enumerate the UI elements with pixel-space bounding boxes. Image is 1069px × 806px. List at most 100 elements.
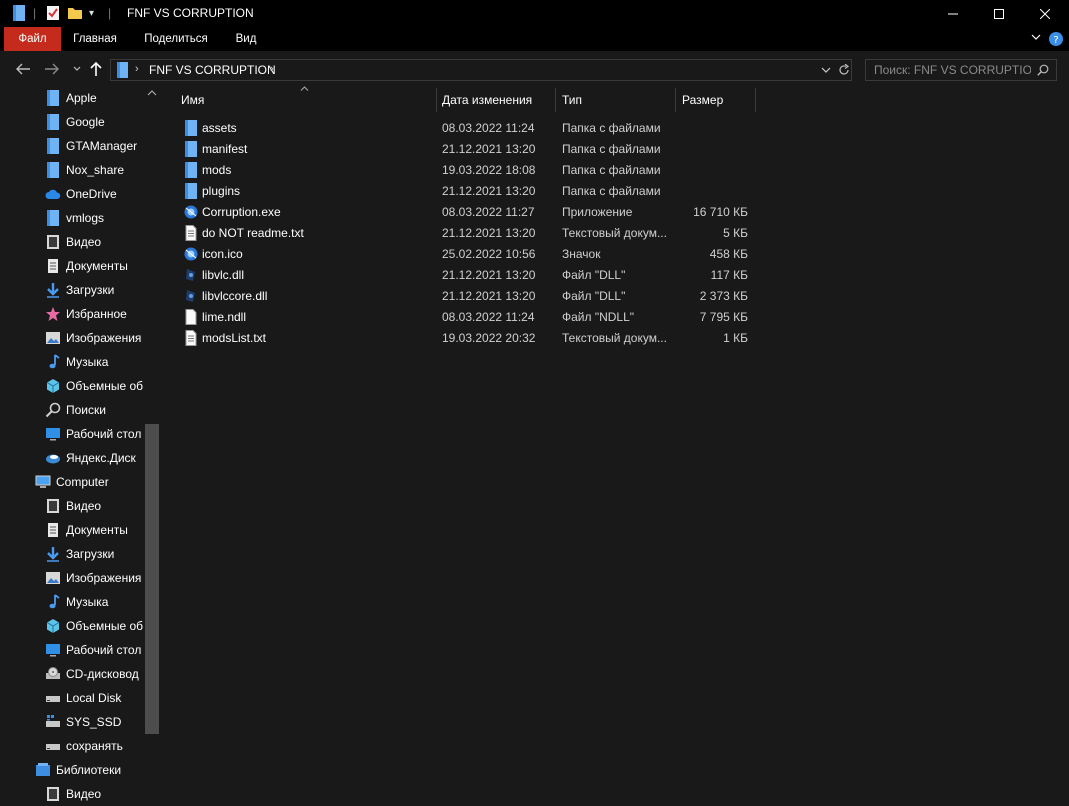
sidebar-item[interactable]: Computer [35,470,109,494]
sidebar-item[interactable]: SYS_SSD [45,710,121,734]
file-row[interactable]: Corruption.exe 08.03.2022 11:27 Приложение… [160,202,1069,223]
computer-icon [35,474,51,490]
sidebar-item[interactable]: vmlogs [45,206,104,230]
file-row[interactable]: modsList.txt 19.03.2022 20:32 Текстовый до… [160,328,1069,349]
sidebar-item-label: Музыка [66,595,109,609]
file-row[interactable]: mods 19.03.2022 18:08 Папка с файлами [160,160,1069,181]
sidebar-item[interactable]: Nox_share [45,158,124,182]
navigation-pane[interactable]: Apple Google GTAManager Nox_share OneDrive vm… [0,86,160,806]
sidebar-item[interactable]: CD-дисковод [45,662,139,686]
file-row[interactable]: assets 08.03.2022 11:24 Папка с файлами [160,118,1069,139]
column-divider[interactable] [555,88,556,112]
file-row[interactable]: lime.ndll 08.03.2022 11:24 Файл "NDLL" 7 79… [160,307,1069,328]
sidebar-item[interactable]: Документы [45,254,128,278]
documents-icon [45,258,61,274]
sidebar-item-label: Рабочий стол [66,427,142,441]
column-name[interactable]: Имя [181,86,204,114]
properties-icon[interactable] [45,4,61,22]
sidebar-item[interactable]: Google [45,110,105,134]
expand-ribbon-chevron-icon[interactable] [1030,31,1042,43]
sidebar-item-label: GTAManager [66,139,138,153]
minimize-button[interactable] [930,0,976,27]
breadcrumb-chevron-icon[interactable]: › [135,63,139,75]
navigation-pane-scrollbar[interactable] [145,86,159,806]
file-date-modified: 19.03.2022 18:08 [442,163,536,177]
sidebar-item[interactable]: Поиски [45,398,106,422]
sidebar-item[interactable]: Избранное [45,302,127,326]
navigation-bar: › FNF VS CORRUPTION › [0,51,1069,86]
sidebar-item[interactable]: GTAManager [45,134,137,158]
sidebar-item[interactable]: Загрузки [45,542,114,566]
file-name: mods [202,163,232,177]
file-date-modified: 25.02.2022 10:56 [442,247,536,261]
breadcrumb-path[interactable]: FNF VS CORRUPTION [149,63,276,77]
help-icon[interactable]: ? [1049,32,1063,46]
file-row[interactable]: libvlc.dll 21.12.2021 13:20 Файл "DLL" 117 … [160,265,1069,286]
scrollbar-thumb[interactable] [145,424,159,734]
sidebar-item[interactable]: Музыка [45,350,108,374]
search-icon[interactable] [1037,64,1049,76]
sidebar-item[interactable]: Загрузки [45,278,114,302]
explorer-window-icon [12,4,26,22]
file-size: 5 КБ [723,226,748,240]
search-box[interactable] [865,59,1057,81]
tab-view[interactable]: Вид [226,27,266,51]
column-divider[interactable] [675,88,676,112]
search-input[interactable] [866,60,1031,80]
breadcrumb-end-chevron-icon[interactable]: › [270,63,274,75]
scroll-up-arrow-icon[interactable] [147,90,157,96]
sidebar-item-label: Local Disk [66,691,122,705]
sidebar-item[interactable]: Apple [45,86,97,110]
sidebar-item[interactable]: сохранять [45,734,123,758]
sidebar-item[interactable]: Видео [45,782,101,806]
file-name: lime.ndll [202,310,247,324]
sidebar-item[interactable]: Local Disk [45,686,121,710]
file-row[interactable]: plugins 21.12.2021 13:20 Папка с файлами [160,181,1069,202]
back-arrow-icon[interactable] [13,59,33,79]
file-date-modified: 21.12.2021 13:20 [442,142,536,156]
new-folder-icon[interactable] [67,4,83,22]
sidebar-item[interactable]: Видео [45,230,101,254]
address-dropdown-chevron-icon[interactable] [821,67,831,74]
tab-file[interactable]: Файл [4,27,61,51]
file-row[interactable]: libvlccore.dll 21.12.2021 13:20 Файл "DLL"… [160,286,1069,307]
file-name: libvlc.dll [202,268,245,282]
column-divider[interactable] [436,88,437,112]
sidebar-item[interactable]: Рабочий стол [45,422,141,446]
dll-icon [183,267,199,283]
sidebar-item[interactable]: Документы [45,518,128,542]
sidebar-item[interactable]: Изображения [45,326,141,350]
tab-share[interactable]: Поделиться [136,27,216,51]
column-type[interactable]: Тип [562,86,582,114]
file-row[interactable]: do NOT readme.txt 21.12.2021 13:20 Текстов… [160,223,1069,244]
sidebar-item[interactable]: Яндекс.Диск [45,446,136,470]
maximize-button[interactable] [976,0,1022,27]
file-type: Папка с файлами [562,184,661,198]
sidebar-item[interactable]: Рабочий стол [45,638,141,662]
sidebar-item[interactable]: OneDrive [45,182,117,206]
sidebar-item[interactable]: Изображения [45,566,141,590]
sidebar-item[interactable]: Музыка [45,590,108,614]
file-row[interactable]: manifest 21.12.2021 13:20 Папка с файлами [160,139,1069,160]
close-button[interactable] [1022,0,1068,27]
up-arrow-icon[interactable] [86,59,106,79]
tab-home[interactable]: Главная [66,27,124,51]
recent-locations-chevron-icon[interactable] [67,59,87,79]
sidebar-item-label: Библиотеки [56,763,122,777]
address-bar[interactable]: › FNF VS CORRUPTION › [110,59,852,81]
refresh-icon[interactable] [838,64,850,76]
sidebar-item[interactable]: Библиотеки [35,758,121,782]
column-date-modified[interactable]: Дата изменения [442,86,532,114]
column-divider[interactable] [755,88,756,112]
sidebar-item[interactable]: Объемные об [45,614,143,638]
system-drive-icon [45,714,61,730]
file-name: modsList.txt [202,331,267,345]
music-icon [45,594,61,610]
file-row[interactable]: icon.ico 25.02.2022 10:56 Значок 458 КБ [160,244,1069,265]
sidebar-item[interactable]: Объемные об [45,374,143,398]
forward-arrow-icon[interactable] [42,59,62,79]
customize-toolbar-chevron-icon[interactable]: ▾ [89,4,94,22]
svg-text:?: ? [1053,35,1058,46]
column-size[interactable]: Размер [682,86,723,114]
sidebar-item[interactable]: Видео [45,494,101,518]
